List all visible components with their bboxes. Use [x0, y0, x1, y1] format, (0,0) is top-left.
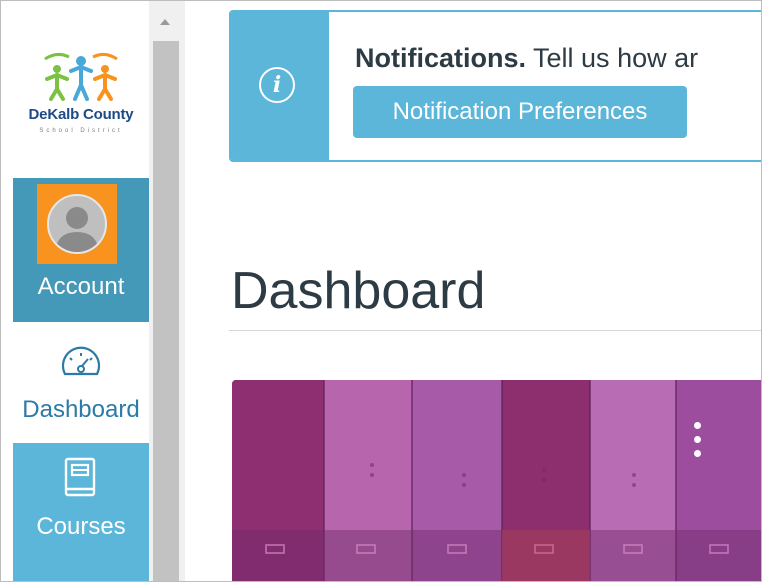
- nav-label-account: Account: [37, 273, 125, 300]
- nav-label-dashboard: Dashboard: [22, 396, 140, 423]
- nav-item-dashboard[interactable]: Dashboard: [13, 322, 149, 443]
- page-title: Dashboard: [231, 261, 486, 320]
- avatar-icon: [47, 194, 107, 254]
- logo-subtitle: School District: [39, 128, 123, 134]
- nav-scrollbar[interactable]: [149, 1, 185, 581]
- banner-title: Notifications.: [355, 43, 527, 73]
- title-divider: [229, 330, 761, 331]
- dashboard-gauge-icon: [61, 346, 101, 376]
- logo-figures-icon: [44, 52, 118, 101]
- avatar: [37, 184, 117, 264]
- app-window: DeKalb County School District Account Da…: [0, 0, 762, 582]
- scrollbar-thumb[interactable]: [153, 41, 179, 581]
- scroll-up-arrow-icon[interactable]: [160, 19, 170, 25]
- banner-icon-column: i: [231, 12, 329, 160]
- courses-book-icon: [64, 457, 96, 497]
- notification-banner: i Notifications. Tell us how ar Notifica…: [229, 10, 761, 162]
- nav-item-account[interactable]: Account: [13, 178, 149, 322]
- info-icon: i: [259, 67, 295, 103]
- nav-item-courses[interactable]: Courses: [13, 443, 149, 581]
- school-logo[interactable]: DeKalb County School District: [13, 1, 149, 178]
- banner-message: Notifications. Tell us how ar: [355, 43, 698, 74]
- banner-body: Tell us how ar: [533, 43, 699, 73]
- more-vertical-icon[interactable]: [690, 420, 706, 470]
- nav-label-courses: Courses: [36, 513, 126, 540]
- logo-name: DeKalb County: [28, 106, 134, 123]
- course-card-image: [232, 380, 761, 581]
- global-nav: DeKalb County School District Account Da…: [13, 1, 149, 581]
- notification-preferences-button[interactable]: Notification Preferences: [353, 86, 687, 138]
- course-card[interactable]: [232, 380, 761, 581]
